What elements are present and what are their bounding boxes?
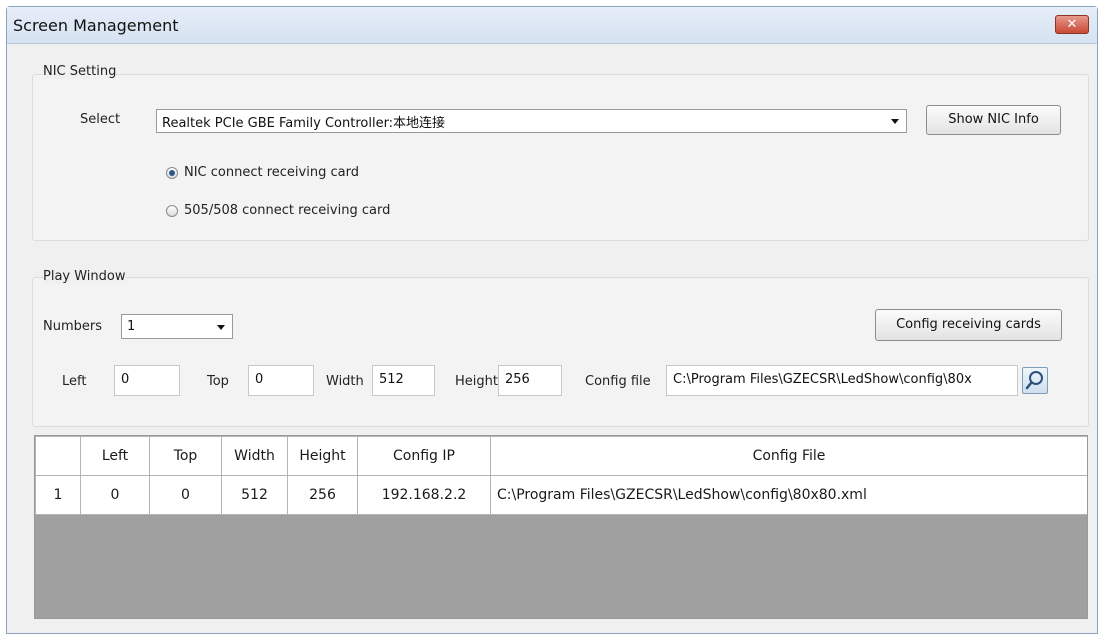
- left-field-value: 0: [121, 372, 130, 387]
- select-label: Select: [80, 112, 121, 127]
- left-label: Left: [62, 374, 87, 389]
- browse-config-file-button[interactable]: [1022, 367, 1048, 394]
- height-cell[interactable]: 256: [287, 475, 358, 515]
- header-top[interactable]: Top: [149, 436, 222, 476]
- screen-table: Left Top Width Height Config IP Config F…: [35, 436, 1087, 515]
- table-header-row: Left Top Width Height Config IP Config F…: [35, 436, 1087, 476]
- config-ip-cell[interactable]: 192.168.2.2: [357, 475, 491, 515]
- header-height[interactable]: Height: [287, 436, 358, 476]
- show-nic-info-button[interactable]: Show NIC Info: [926, 105, 1061, 135]
- close-icon: ✕: [1066, 17, 1078, 32]
- close-button[interactable]: ✕: [1055, 15, 1089, 34]
- config-receiving-cards-label: Config receiving cards: [896, 317, 1041, 332]
- search-icon: [1025, 371, 1043, 390]
- header-config-ip[interactable]: Config IP: [357, 436, 491, 476]
- config-file-label: Config file: [585, 374, 651, 389]
- table-row[interactable]: 1 0 0 512 256 192.168.2.2 C:\Program Fil…: [35, 475, 1087, 515]
- config-file-field-value: C:\Program Files\GZECSR\LedShow\config\8…: [673, 372, 972, 387]
- top-field-value: 0: [255, 372, 264, 387]
- height-label: Height: [455, 374, 498, 389]
- width-field-value: 512: [379, 372, 404, 387]
- window-title: Screen Management: [13, 16, 179, 35]
- show-nic-info-label: Show NIC Info: [948, 112, 1039, 127]
- top-cell[interactable]: 0: [149, 475, 222, 515]
- nic-select-value: Realtek PCIe GBE Family Controller:本地连接: [162, 115, 446, 131]
- width-label: Width: [326, 374, 364, 389]
- top-field[interactable]: 0: [248, 365, 314, 396]
- width-cell[interactable]: 512: [221, 475, 288, 515]
- left-field[interactable]: 0: [114, 365, 180, 396]
- width-field[interactable]: 512: [372, 365, 435, 396]
- config-receiving-cards-button[interactable]: Config receiving cards: [875, 309, 1062, 341]
- numbers-select-value: 1: [127, 319, 136, 334]
- header-row-number[interactable]: [35, 436, 81, 476]
- height-field[interactable]: 256: [498, 365, 562, 396]
- header-left[interactable]: Left: [80, 436, 150, 476]
- radio-505-508-connect[interactable]: 505/508 connect receiving card: [166, 203, 390, 218]
- top-label: Top: [207, 374, 229, 389]
- chevron-down-icon: [217, 324, 225, 330]
- radio-nic-connect-label: NIC connect receiving card: [184, 165, 359, 180]
- radio-button[interactable]: [166, 204, 178, 217]
- radio-505-508-connect-label: 505/508 connect receiving card: [184, 203, 391, 218]
- config-file-field[interactable]: C:\Program Files\GZECSR\LedShow\config\8…: [666, 365, 1018, 396]
- nic-select[interactable]: Realtek PCIe GBE Family Controller:本地连接: [156, 109, 907, 133]
- header-config-file[interactable]: Config File: [490, 436, 1087, 476]
- screen-management-window: Screen Management ✕ NIC Setting Select R…: [6, 6, 1098, 634]
- header-width[interactable]: Width: [221, 436, 288, 476]
- radio-nic-connect[interactable]: NIC connect receiving card: [166, 165, 359, 180]
- numbers-label: Numbers: [43, 319, 102, 334]
- chevron-down-icon: [891, 119, 899, 124]
- play-window-group: [32, 277, 1089, 427]
- screen-grid: Left Top Width Height Config IP Config F…: [34, 435, 1088, 619]
- height-field-value: 256: [505, 372, 530, 387]
- nic-setting-label: NIC Setting: [43, 64, 117, 79]
- play-window-label: Play Window: [43, 269, 126, 284]
- config-file-cell[interactable]: C:\Program Files\GZECSR\LedShow\config\8…: [490, 475, 1087, 515]
- left-cell[interactable]: 0: [80, 475, 150, 515]
- numbers-select[interactable]: 1: [121, 314, 233, 339]
- row-number-cell[interactable]: 1: [35, 475, 81, 515]
- title-bar: Screen Management ✕: [7, 7, 1097, 44]
- radio-button-checked[interactable]: [166, 166, 178, 179]
